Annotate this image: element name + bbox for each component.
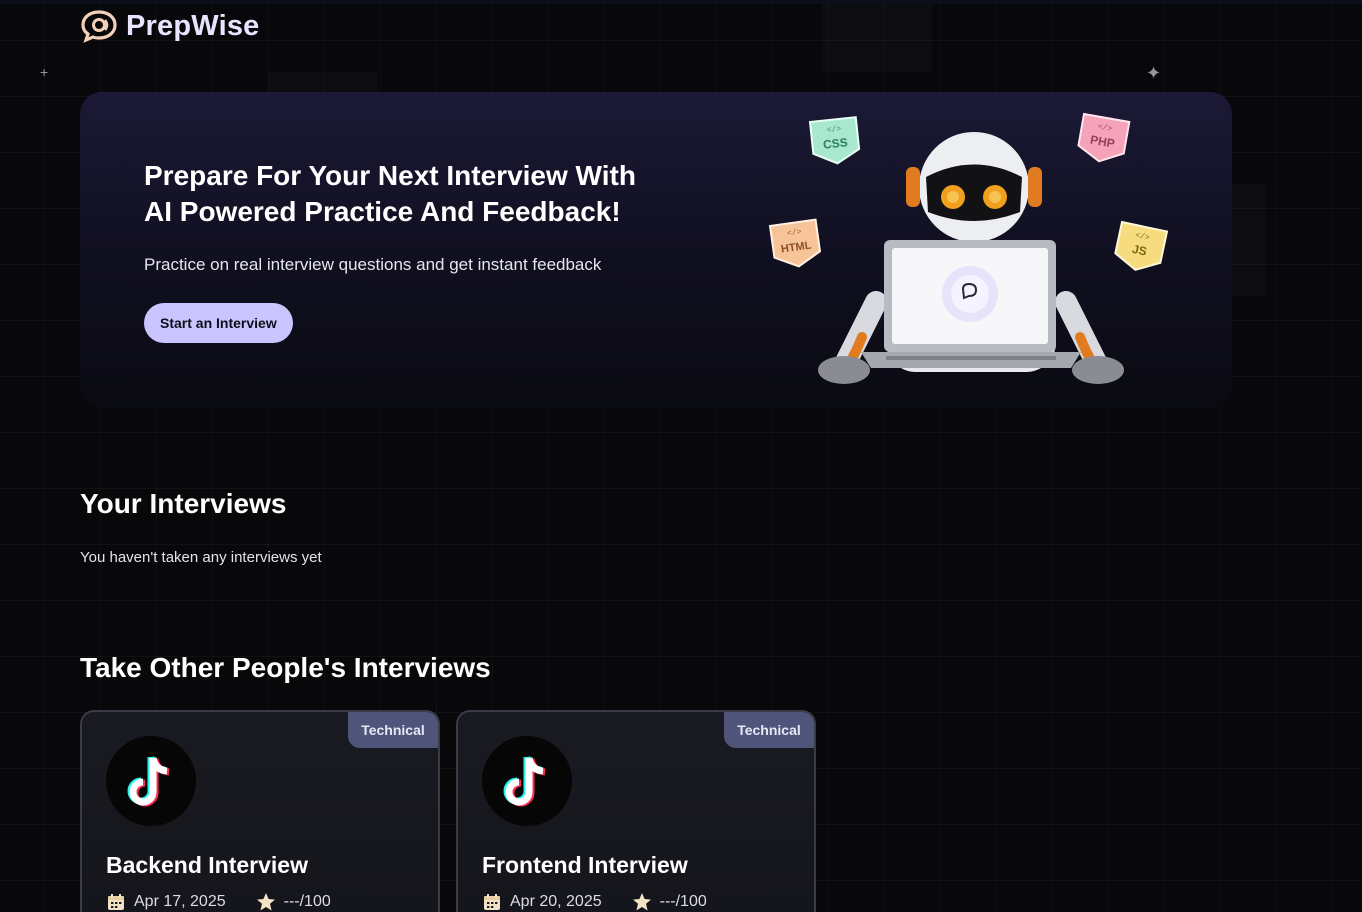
interview-card-meta: Apr 17, 2025 ---/100 — [106, 892, 331, 912]
other-interviews-title: Take Other People's Interviews — [80, 652, 491, 683]
your-interviews-title: Your Interviews — [80, 488, 287, 519]
robot-illustration: </> CSS </> PHP </> HTML </> JS — [768, 112, 1169, 384]
background-tile — [268, 72, 378, 92]
interview-date: Apr 17, 2025 — [134, 893, 226, 910]
top-border — [0, 0, 1362, 4]
interview-type-badge: Technical — [724, 712, 814, 748]
star-icon — [256, 893, 275, 911]
app-name: PrepWise — [126, 9, 260, 42]
interview-card-title: Frontend Interview — [482, 852, 688, 878]
js-badge-label: JS — [1131, 242, 1148, 259]
interview-card-meta: Apr 20, 2025 ---/100 — [482, 892, 707, 912]
company-avatar — [106, 736, 196, 826]
start-interview-button[interactable]: Start an Interview — [144, 303, 293, 343]
interview-date: Apr 20, 2025 — [510, 893, 602, 910]
tiktok-logo-icon — [127, 756, 170, 807]
background-tile — [822, 4, 932, 72]
interview-score: ---/100 — [659, 893, 707, 910]
js-badge-icon: </> JS — [1114, 220, 1169, 271]
interview-card-frontend[interactable]: Technical Frontend Interview Apr 20, 202… — [456, 710, 816, 912]
app-logo[interactable]: PrepWise — [80, 9, 260, 43]
html-badge-icon: </> HTML — [768, 218, 822, 268]
background-tile — [1232, 184, 1266, 296]
company-avatar — [482, 736, 572, 826]
hero-banner: Prepare For Your Next Interview With AI … — [80, 92, 1232, 408]
hero-title: Prepare For Your Next Interview With AI … — [144, 158, 704, 230]
hero-title-line-2: AI Powered Practice And Feedback! — [144, 196, 621, 227]
chat-bubble-logo-icon — [81, 10, 117, 43]
tiktok-logo-icon — [503, 756, 546, 807]
sparkle-icon: + — [40, 64, 49, 80]
interview-card-title: Backend Interview — [106, 852, 308, 878]
empty-interviews-message: You haven't taken any interviews yet — [80, 549, 322, 566]
php-badge-icon: </> PHP — [1077, 112, 1131, 163]
css-badge-icon: </> CSS — [808, 116, 861, 165]
hero-subtitle: Practice on real interview questions and… — [144, 255, 602, 274]
interview-card-backend[interactable]: Technical Backend Interview Apr 17, 2025… — [80, 710, 440, 912]
interview-type-badge: Technical — [348, 712, 438, 748]
star-icon — [632, 893, 651, 911]
calendar-icon — [108, 894, 124, 910]
hero-title-line-1: Prepare For Your Next Interview With — [144, 160, 636, 191]
sparkle-icon: ✦ — [1146, 63, 1162, 83]
svg-text:</>: </> — [826, 125, 841, 135]
interview-score: ---/100 — [283, 893, 331, 910]
css-badge-label: CSS — [822, 135, 848, 152]
calendar-icon — [484, 894, 500, 910]
